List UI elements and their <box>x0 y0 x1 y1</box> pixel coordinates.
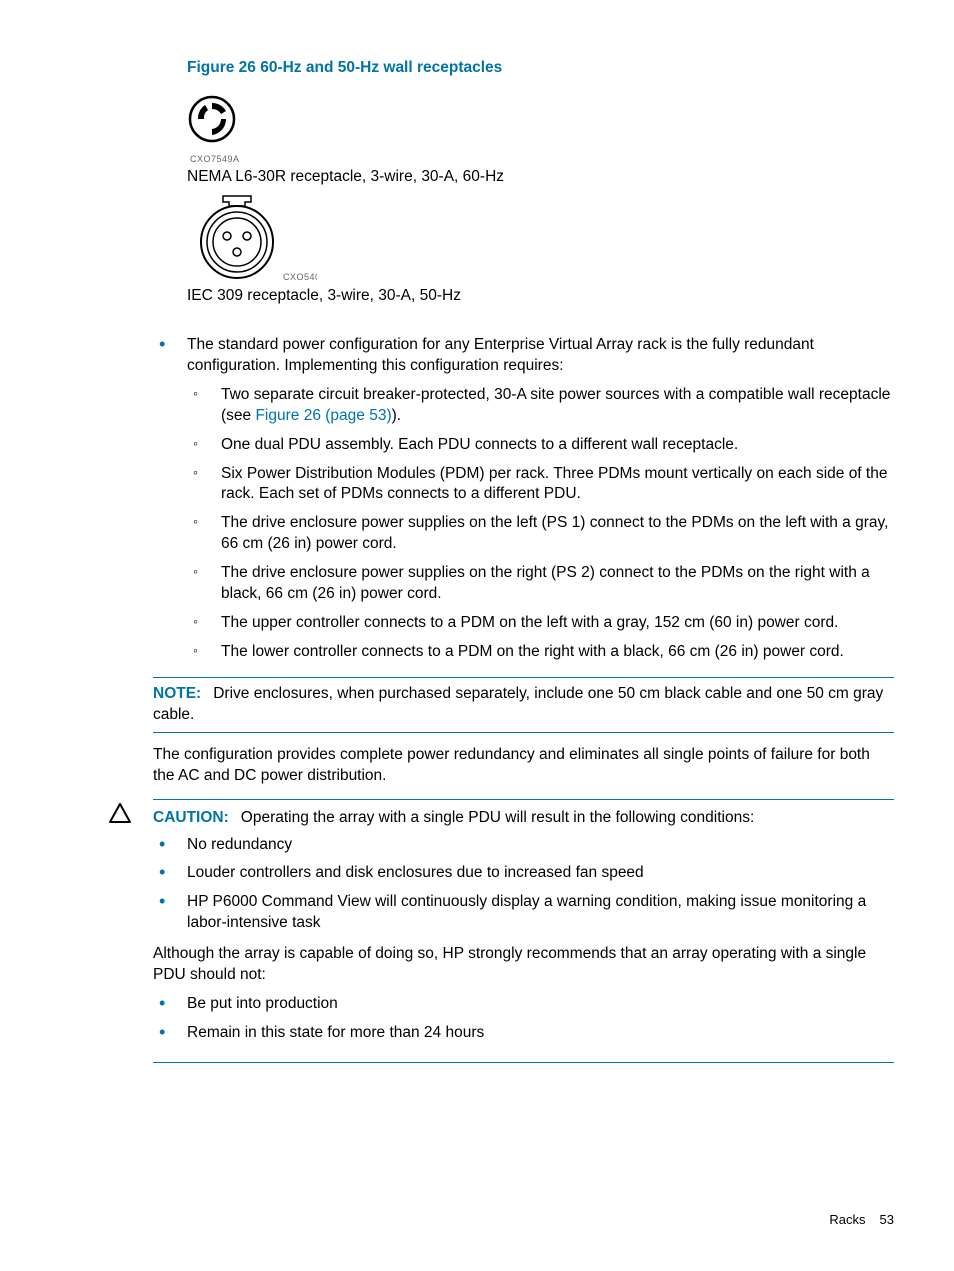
sub-text: The drive enclosure power supplies on th… <box>221 564 870 602</box>
list-item: Six Power Distribution Modules (PDM) per… <box>187 464 894 506</box>
list-item: No redundancy <box>153 835 894 856</box>
caution-item-text: No redundancy <box>187 836 292 853</box>
sub-text: The upper controller connects to a PDM o… <box>221 614 838 631</box>
figure-image-1: CXO7549A <box>187 91 894 165</box>
note-text: Drive enclosures, when purchased separat… <box>153 685 883 723</box>
figure-image-2: CXO5409B <box>187 192 894 284</box>
list-item: Remain in this state for more than 24 ho… <box>153 1023 894 1044</box>
list-item: Two separate circuit breaker-protected, … <box>187 385 894 427</box>
sub-text: The drive enclosure power supplies on th… <box>221 514 888 552</box>
list-item: Be put into production <box>153 994 894 1015</box>
list-item: The upper controller connects to a PDM o… <box>187 613 894 634</box>
note-block: NOTE:Drive enclosures, when purchased se… <box>153 677 894 733</box>
body-paragraph: The configuration provides complete powe… <box>153 745 894 787</box>
list-item: Louder controllers and disk enclosures d… <box>153 863 894 884</box>
caution-label: CAUTION: <box>153 809 229 826</box>
caution-intro: Operating the array with a single PDU wi… <box>241 809 754 826</box>
sub-text: Six Power Distribution Modules (PDM) per… <box>221 465 887 503</box>
list-item: The drive enclosure power supplies on th… <box>187 513 894 555</box>
note-label: NOTE: <box>153 685 201 702</box>
caution-mid-paragraph: Although the array is capable of doing s… <box>153 944 894 986</box>
caution-block: CAUTION: Operating the array with a singl… <box>153 799 894 1063</box>
caution-item-text: Louder controllers and disk enclosures d… <box>187 864 644 881</box>
list-item: HP P6000 Command View will continuously … <box>153 892 894 934</box>
figure-caption-1: NEMA L6-30R receptacle, 3-wire, 30-A, 60… <box>187 167 894 188</box>
footer-section: Racks <box>829 1212 865 1227</box>
sub-text-post: ). <box>392 407 401 424</box>
caution-item-text: Be put into production <box>187 995 338 1012</box>
sub-text: One dual PDU assembly. Each PDU connects… <box>221 436 738 453</box>
caution-icon <box>109 803 131 830</box>
caution-item-text: HP P6000 Command View will continuously … <box>187 893 866 931</box>
figure-title: Figure 26 60-Hz and 50-Hz wall receptacl… <box>187 58 894 79</box>
list-item: The lower controller connects to a PDM o… <box>187 642 894 663</box>
figure-image-1-code: CXO7549A <box>190 153 894 165</box>
list-item: The standard power configuration for any… <box>153 335 894 663</box>
page-footer: Racks 53 <box>829 1211 894 1229</box>
figure-crossref-link[interactable]: Figure 26 (page 53) <box>255 407 391 424</box>
footer-page-number: 53 <box>880 1212 894 1227</box>
figure-image-2-code-svg: CXO5409B <box>283 272 317 282</box>
sub-text: The lower controller connects to a PDM o… <box>221 643 844 660</box>
bullet-intro: The standard power configuration for any… <box>187 336 814 374</box>
caution-item-text: Remain in this state for more than 24 ho… <box>187 1024 484 1041</box>
list-item: The drive enclosure power supplies on th… <box>187 563 894 605</box>
list-item: One dual PDU assembly. Each PDU connects… <box>187 435 894 456</box>
figure-caption-2: IEC 309 receptacle, 3-wire, 30-A, 50-Hz <box>187 286 894 307</box>
